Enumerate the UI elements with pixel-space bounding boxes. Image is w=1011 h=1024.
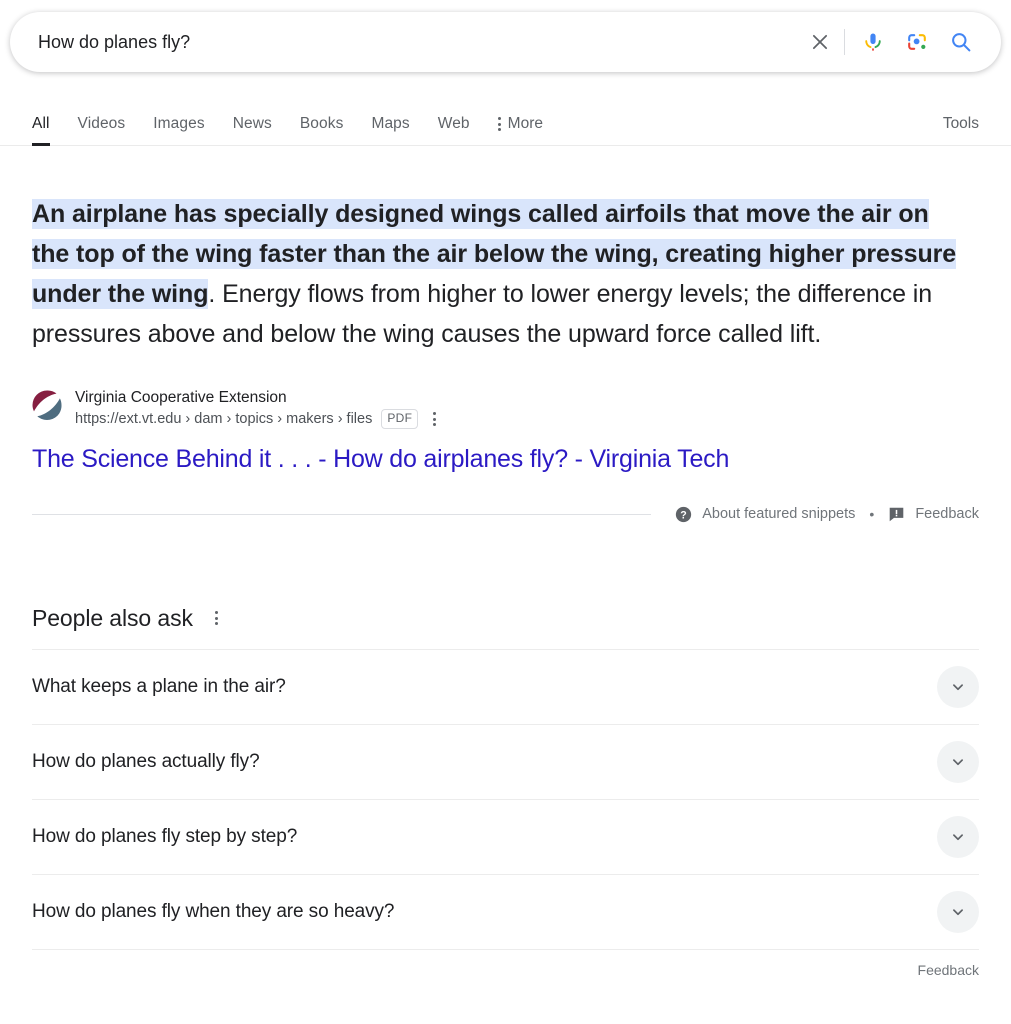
microphone-icon[interactable] <box>851 20 895 64</box>
result-options-icon[interactable] <box>427 410 442 428</box>
featured-snippet-source[interactable]: Virginia Cooperative Extension https://e… <box>32 387 979 429</box>
list-item[interactable]: How do planes fly step by step? <box>32 799 979 874</box>
dots-vertical-icon <box>497 117 501 131</box>
search-bar-container <box>0 0 1011 72</box>
people-also-ask-list: What keeps a plane in the air? How do pl… <box>32 649 979 981</box>
paa-question: How do planes actually fly? <box>32 751 260 772</box>
paa-question: How do planes fly step by step? <box>32 826 298 847</box>
chevron-down-icon[interactable] <box>937 666 979 708</box>
paa-question: What keeps a plane in the air? <box>32 676 286 697</box>
tab-books[interactable]: Books <box>286 115 358 145</box>
search-tabs-bar: All Videos Images News Books Maps Web Mo… <box>0 100 1011 146</box>
paa-feedback-link[interactable]: Feedback <box>918 962 979 978</box>
source-name: Virginia Cooperative Extension <box>75 389 287 406</box>
search-input[interactable] <box>38 25 798 59</box>
google-lens-icon[interactable] <box>895 20 939 64</box>
tab-images[interactable]: Images <box>139 115 218 145</box>
about-featured-snippets-row: ? About featured snippets • Feedback <box>32 503 979 525</box>
chevron-down-icon[interactable] <box>937 741 979 783</box>
search-bar[interactable] <box>10 12 1001 72</box>
source-url-row: https://ext.vt.edu › dam › topics › make… <box>75 409 442 429</box>
main-content: An airplane has specially designed wings… <box>0 194 1011 981</box>
paa-question: How do planes fly when they are so heavy… <box>32 901 395 922</box>
tab-more-label: More <box>507 115 543 132</box>
search-actions <box>798 20 983 64</box>
tab-news[interactable]: News <box>219 115 286 145</box>
chevron-down-icon[interactable] <box>937 816 979 858</box>
divider <box>32 513 652 515</box>
help-circle-icon: ? <box>676 506 692 522</box>
favicon <box>32 390 62 420</box>
snippet-feedback-label: Feedback <box>915 506 979 522</box>
list-item[interactable]: How do planes fly when they are so heavy… <box>32 874 979 949</box>
about-featured-snippets-label: About featured snippets <box>702 506 856 522</box>
tab-web[interactable]: Web <box>424 115 484 145</box>
about-featured-snippets-button[interactable]: ? About featured snippets <box>675 506 855 523</box>
snippet-feedback-button[interactable]: Feedback <box>888 506 979 523</box>
chevron-down-icon[interactable] <box>937 891 979 933</box>
source-url: https://ext.vt.edu › dam › topics › make… <box>75 411 373 427</box>
list-item[interactable]: What keeps a plane in the air? <box>32 649 979 724</box>
featured-snippet-text: An airplane has specially designed wings… <box>32 194 967 354</box>
separator-dot: • <box>869 506 875 522</box>
tools-button[interactable]: Tools <box>943 115 979 145</box>
close-icon[interactable] <box>798 20 842 64</box>
dots-vertical-icon <box>214 611 218 625</box>
tab-more[interactable]: More <box>484 115 557 145</box>
people-also-ask-options-icon[interactable] <box>209 609 224 627</box>
tab-maps[interactable]: Maps <box>357 115 423 145</box>
pdf-badge: PDF <box>381 409 419 429</box>
tab-videos[interactable]: Videos <box>64 115 140 145</box>
feedback-flag-icon <box>890 507 904 521</box>
list-item[interactable]: How do planes actually fly? <box>32 724 979 799</box>
people-also-ask-title: People also ask <box>32 605 193 631</box>
result-title-link[interactable]: The Science Behind it . . . - How do air… <box>32 443 729 475</box>
people-also-ask-footer: Feedback <box>32 949 979 981</box>
source-lines: Virginia Cooperative Extension https://e… <box>75 387 442 429</box>
tab-all[interactable]: All <box>32 115 64 146</box>
dots-vertical-icon <box>433 412 437 426</box>
search-tabs: All Videos Images News Books Maps Web Mo… <box>32 115 943 146</box>
svg-text:?: ? <box>680 509 686 521</box>
people-also-ask-header: People also ask <box>32 603 979 633</box>
divider <box>844 29 845 55</box>
search-icon[interactable] <box>939 20 983 64</box>
